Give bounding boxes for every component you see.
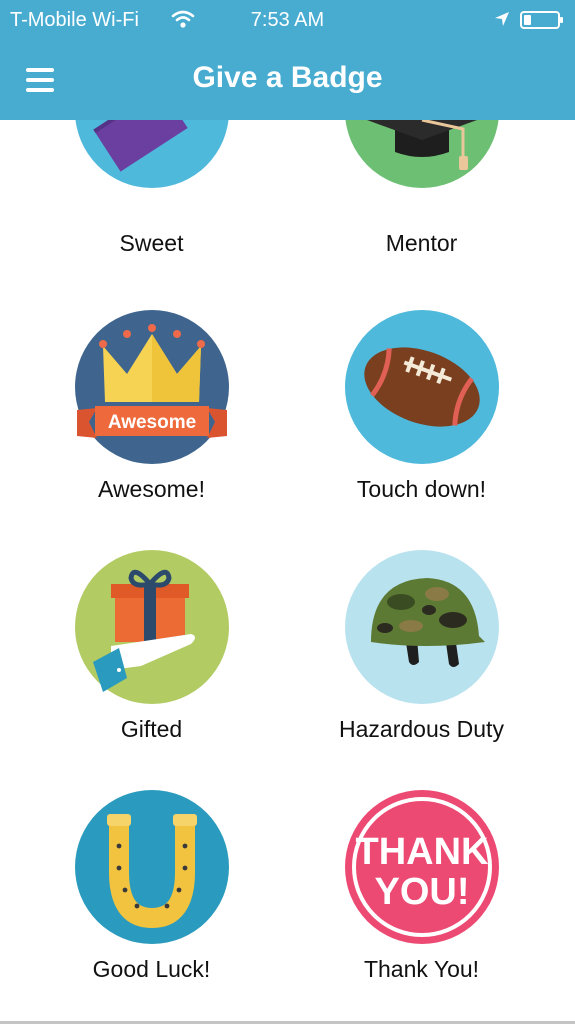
nav-bar: Give a Badge (0, 40, 575, 120)
battery-icon (520, 11, 563, 29)
football-icon (345, 310, 499, 464)
status-bar: T-Mobile Wi-Fi 7:53 AM (0, 0, 575, 40)
badge-label: Touch down! (356, 476, 487, 502)
badge-label: Sweet (119, 230, 184, 256)
stamp-text-line: YOU! (375, 871, 470, 913)
status-time: 7:53 AM (250, 9, 325, 31)
badge-label: Good Luck! (92, 956, 211, 982)
army-helmet-icon (345, 550, 499, 704)
chocolate-bar-icon (75, 120, 229, 188)
badge-label: Awesome! (98, 476, 205, 502)
stamp-text-line: THANK (356, 831, 490, 873)
badge-touch-down[interactable]: Touch down! (278, 310, 565, 550)
badge-thank-you[interactable]: THANK YOU! Thank You! (278, 790, 565, 1024)
badge-label: Mentor (385, 230, 458, 256)
badge-mentor[interactable]: Mentor (278, 120, 565, 274)
thank-you-stamp-icon: THANK YOU! (345, 790, 499, 944)
badge-sweet[interactable]: Sweet (8, 120, 295, 274)
horseshoe-icon (75, 790, 229, 944)
crown-icon: Awesome (75, 310, 229, 464)
badge-awesome[interactable]: Awesome Awesome! (8, 310, 295, 550)
badge-hazardous-duty[interactable]: Hazardous Duty (278, 550, 565, 790)
page-title: Give a Badge (192, 61, 383, 94)
location-arrow-icon (495, 12, 509, 26)
badge-gifted[interactable]: Gifted (8, 550, 295, 790)
badge-label: Hazardous Duty (339, 716, 504, 742)
graduation-cap-icon (345, 120, 499, 188)
badge-label: Gifted (120, 716, 183, 742)
crown-ribbon-text: Awesome (108, 412, 196, 433)
gift-hand-icon (75, 550, 229, 704)
badge-good-luck[interactable]: Good Luck! (8, 790, 295, 1024)
badge-label: Thank You! (363, 956, 480, 982)
badge-grid: Sweet Mentor Awesome Awesome! Touch down… (0, 120, 575, 1024)
